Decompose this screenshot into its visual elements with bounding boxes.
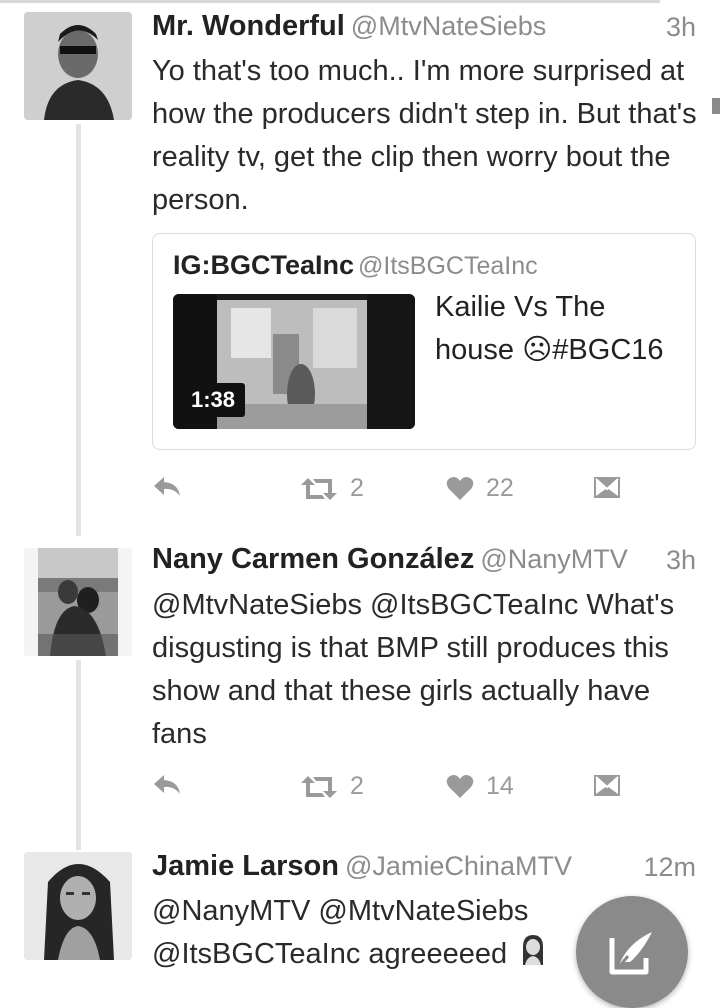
like-count: 22 — [486, 474, 514, 502]
compose-tweet-button[interactable] — [576, 896, 688, 1008]
like-count: 14 — [486, 772, 514, 800]
heart-icon — [446, 476, 474, 500]
tweet-item[interactable]: Mr. Wonderful @MtvNateSiebs 3h Yo that's … — [0, 10, 720, 536]
direct-message-icon — [594, 477, 620, 498]
retweet-button[interactable]: 2 — [300, 474, 364, 503]
video-thumbnail[interactable]: 1:38 — [173, 294, 415, 429]
quoted-author-handle: @ItsBGCTeaInc — [358, 252, 538, 280]
tweet-item[interactable]: Nany Carmen González @NanyMTV 3h @MtvNate… — [0, 543, 720, 850]
thread-line — [76, 124, 81, 536]
avatar[interactable] — [24, 12, 132, 120]
author-handle[interactable]: @NanyMTV — [480, 544, 627, 574]
woman-emoji-icon — [519, 933, 547, 978]
timestamp: 3h — [665, 545, 696, 575]
heart-icon — [446, 774, 474, 798]
direct-message-button[interactable] — [592, 772, 622, 798]
avatar[interactable] — [24, 852, 132, 960]
like-button[interactable]: 14 — [446, 772, 514, 801]
retweet-icon — [301, 775, 337, 798]
tweet-header: Mr. Wonderful @MtvNateSiebs 3h — [152, 10, 696, 50]
scroll-progress-bar — [0, 0, 720, 4]
tweet-text: Yo that's too much.. I'm more surprised … — [152, 55, 697, 216]
author-name[interactable]: Mr. Wonderful — [152, 10, 345, 42]
tweet-actions: 2 22 — [152, 474, 632, 514]
direct-message-icon — [594, 775, 620, 796]
reply-button[interactable] — [152, 772, 182, 798]
reply-button[interactable] — [152, 474, 182, 500]
author-handle[interactable]: @MtvNateSiebs — [351, 11, 546, 41]
avatar[interactable] — [24, 548, 132, 656]
compose-tweet-icon — [609, 932, 652, 975]
video-duration: 1:38 — [181, 383, 246, 417]
reply-icon — [154, 477, 180, 496]
author-name[interactable]: Jamie Larson — [152, 850, 339, 882]
retweet-button[interactable]: 2 — [300, 772, 364, 801]
quoted-tweet-text: Kailie Vs The house ☹#BGC16 — [435, 291, 664, 366]
tweet-actions: 2 14 — [152, 772, 632, 812]
tweet-header: Nany Carmen González @NanyMTV 3h — [152, 543, 696, 583]
retweet-icon — [301, 477, 337, 500]
retweet-count: 2 — [350, 474, 364, 502]
author-handle[interactable]: @JamieChinaMTV — [345, 851, 572, 881]
timestamp: 3h — [665, 12, 696, 42]
quoted-author-name: IG:BGCTeaInc — [173, 250, 355, 280]
tweet-text: @MtvNateSiebs @ItsBGCTeaInc What's disgu… — [152, 589, 675, 750]
timestamp: 12m — [643, 852, 696, 882]
author-name[interactable]: Nany Carmen González — [152, 543, 474, 575]
retweet-count: 2 — [350, 772, 364, 800]
quoted-tweet-card[interactable]: IG:BGCTeaInc @ItsBGCTeaInc 1:38 Kailie Vs… — [152, 233, 696, 450]
like-button[interactable]: 22 — [446, 474, 514, 503]
reply-icon — [154, 775, 180, 794]
direct-message-button[interactable] — [592, 474, 622, 500]
tweet-header: Jamie Larson @JamieChinaMTV 12m — [152, 850, 696, 890]
tweet-text-content: @NanyMTV @MtvNateSiebs @ItsBGCTeaInc agr… — [152, 895, 529, 971]
thread-line — [76, 660, 81, 850]
quoted-author: IG:BGCTeaInc @ItsBGCTeaInc — [173, 250, 538, 281]
